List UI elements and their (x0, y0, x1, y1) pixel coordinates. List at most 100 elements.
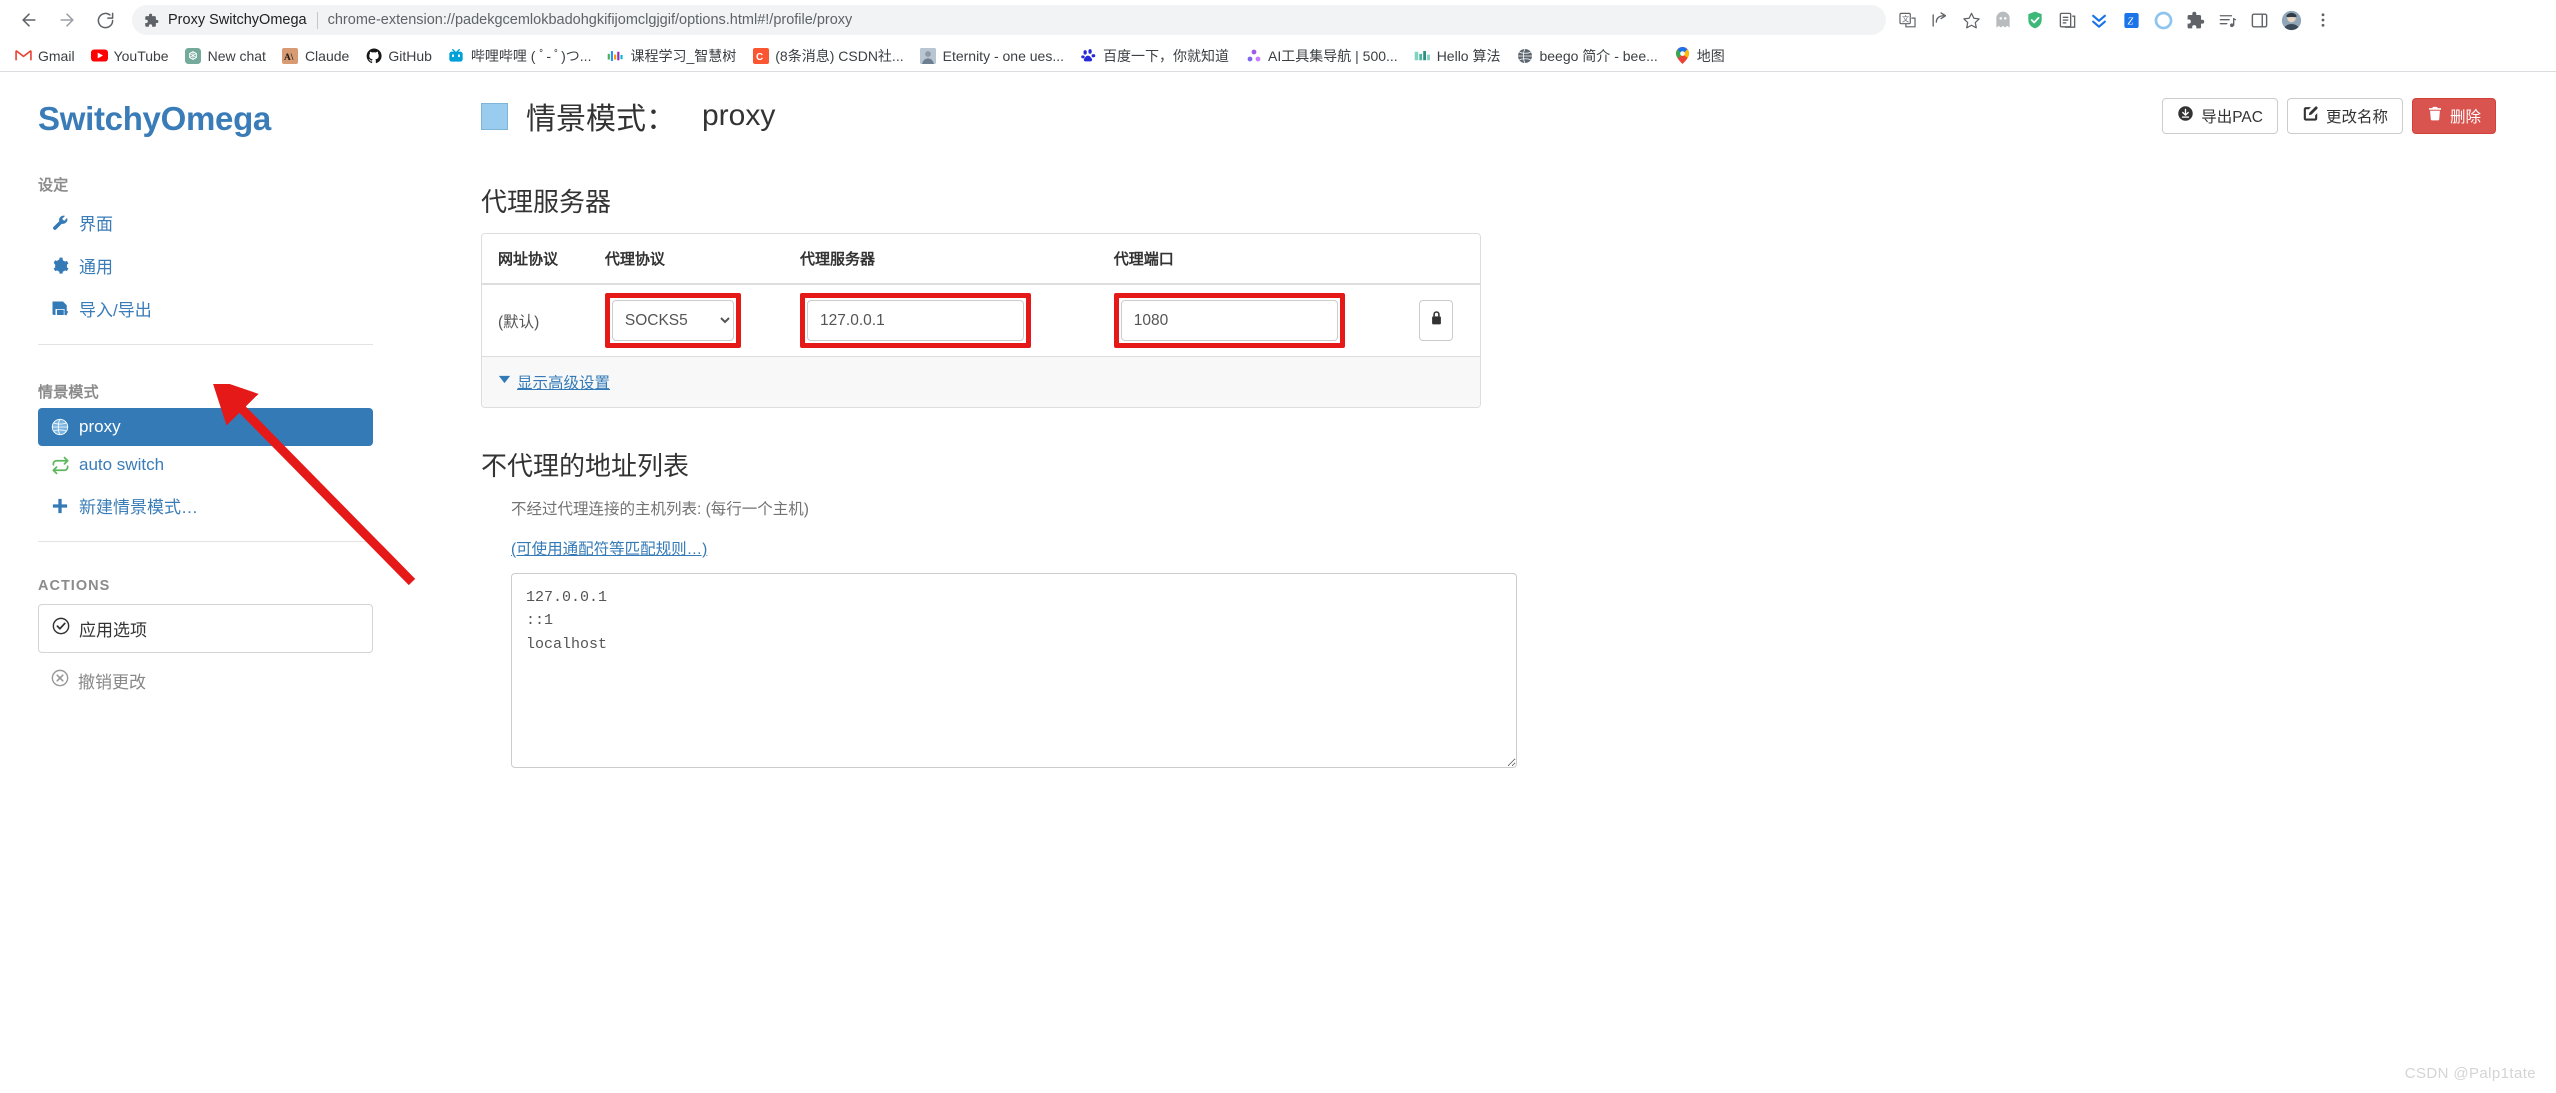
csdn-icon: C (752, 47, 769, 64)
extension-options-page: SwitchyOmega 设定 界面 通用 导入/导出 情景模式 proxy a… (0, 72, 2556, 1092)
omnibox-extension-title: Proxy SwitchyOmega (168, 12, 307, 28)
bookmark-csdn[interactable]: C (8条消息) CSDN社... (745, 43, 910, 69)
sidebar-section-profiles: 情景模式 (38, 384, 99, 401)
sidebar-item-interface[interactable]: 界面 (38, 201, 373, 244)
bookmark-label: beego 简介 - bee... (1539, 47, 1658, 64)
show-advanced-toggle[interactable]: 显示高级设置 (498, 371, 610, 393)
double-chevron-down-icon[interactable] (2084, 5, 2114, 35)
bookmark-baidu[interactable]: 百度一下，你就知道 (1073, 43, 1236, 69)
rename-button[interactable]: 更改名称 (2286, 98, 2403, 134)
rename-label: 更改名称 (2325, 109, 2388, 126)
column-header-port: 代理端口 (1097, 234, 1404, 285)
bookmark-label: AI工具集导航 | 500... (1268, 47, 1398, 64)
sidebar-item-label: auto switch (79, 455, 165, 474)
translate-icon[interactable]: 文 (1892, 5, 1922, 35)
times-circle-icon (51, 669, 69, 692)
table-row: (默认) SOCKS5 (482, 284, 1480, 357)
bookmark-github[interactable]: GitHub (358, 43, 439, 69)
share-icon[interactable] (1924, 5, 1954, 35)
bookmark-zhihuishu[interactable]: 课程学习_智慧树 (600, 43, 743, 69)
save-icon (50, 299, 70, 319)
shield-check-icon[interactable] (2020, 5, 2050, 35)
address-bar[interactable]: Proxy SwitchyOmega chrome-extension://pa… (132, 5, 1886, 35)
sidebar-item-new-profile[interactable]: 新建情景模式… (38, 484, 373, 527)
bookmark-star-icon[interactable] (1956, 5, 1986, 35)
header-actions: 导出PAC 更改名称 删除 (2162, 98, 2496, 134)
bookmark-label: (8条消息) CSDN社... (775, 47, 904, 64)
bookmark-hello-algo[interactable]: Hello 算法 (1407, 43, 1508, 69)
puzzle-extensions-icon[interactable] (2180, 5, 2210, 35)
column-header-protocol: 代理协议 (588, 234, 785, 285)
apply-options-button[interactable]: 应用选项 (38, 604, 373, 653)
profile-color-swatch[interactable] (481, 102, 508, 130)
ai-tools-icon (1245, 47, 1262, 64)
delete-button[interactable]: 删除 (2411, 98, 2496, 134)
export-pac-button[interactable]: 导出PAC (2162, 98, 2278, 134)
side-panel-icon[interactable] (2244, 5, 2274, 35)
back-button[interactable] (10, 1, 48, 39)
avatar-icon[interactable] (2276, 5, 2306, 35)
page-title: 情景模式： proxy (481, 94, 775, 138)
browser-chrome: Proxy SwitchyOmega chrome-extension://pa… (0, 0, 2556, 72)
zotero-extension-icon[interactable]: Z (2116, 5, 2146, 35)
sidebar-item-proxy[interactable]: proxy (38, 408, 373, 446)
export-pac-label: 导出PAC (2201, 109, 2263, 126)
proxy-protocol-select[interactable]: SOCKS5 (611, 300, 734, 341)
bookmark-youtube[interactable]: YouTube (84, 43, 176, 69)
sidebar-section-settings: 设定 (38, 177, 69, 194)
gmail-icon (15, 47, 32, 64)
bookmark-label: GitHub (388, 47, 432, 64)
reload-button[interactable] (86, 1, 124, 39)
gear-icon (50, 256, 70, 276)
advanced-settings-row: 显示高级设置 (482, 356, 1480, 407)
cell-port (1097, 284, 1404, 357)
bookmark-claude[interactable]: A\ Claude (275, 43, 356, 69)
bookmark-beego[interactable]: beego 简介 - bee... (1509, 43, 1664, 69)
proxy-port-input[interactable] (1120, 300, 1338, 341)
bookmark-ai-tools[interactable]: AI工具集导航 | 500... (1238, 43, 1405, 69)
bookmark-maps[interactable]: 地图 (1667, 43, 1732, 69)
proxy-server-input[interactable] (807, 300, 1025, 341)
bookmark-label: 哔哩哔哩 ( ﾟ- ﾟ)つ... (470, 47, 592, 64)
toolbar-actions: 文 Z (1892, 5, 2338, 35)
hello-algo-icon (1414, 47, 1431, 64)
server-highlight-annotation (800, 293, 1032, 348)
trash-icon (2427, 105, 2443, 127)
bookmark-bilibili[interactable]: 哔哩哔哩 ( ﾟ- ﾟ)つ... (441, 43, 599, 69)
lock-button[interactable] (1419, 300, 1454, 341)
omnibox-url: chrome-extension://padekgcemlokbadohgkif… (327, 12, 853, 28)
ghost-extension-icon[interactable] (1988, 5, 2018, 35)
cell-scheme: (默认) (482, 284, 589, 357)
bookmark-eternity[interactable]: Eternity - one ues... (913, 43, 1071, 69)
column-header-lock (1403, 234, 1480, 285)
advanced-settings-cell: 显示高级设置 (482, 356, 1480, 407)
music-list-icon[interactable] (2212, 5, 2242, 35)
lock-icon (1430, 310, 1443, 331)
bypass-list-textarea[interactable] (511, 573, 1517, 768)
discard-changes-button[interactable]: 撤销更改 (38, 659, 373, 702)
check-circle-icon (52, 617, 70, 640)
bookmark-new-chat[interactable]: New chat (178, 43, 273, 69)
circle-o-extension-icon[interactable] (2148, 5, 2178, 35)
column-header-scheme: 网址协议 (482, 234, 589, 285)
chrome-menu-icon[interactable] (2308, 5, 2338, 35)
table-header-row: 网址协议 代理协议 代理服务器 代理端口 (482, 234, 1480, 285)
bypass-list-heading: 不代理的地址列表 (481, 451, 690, 481)
sidebar-item-label: 新建情景模式… (79, 498, 198, 517)
wrench-icon (50, 213, 70, 233)
bookmark-label: 地图 (1696, 47, 1725, 64)
clipboard-extension-icon[interactable] (2052, 5, 2082, 35)
bypass-wildcard-link[interactable]: (可使用通配符等匹配规则…) (511, 537, 707, 559)
sidebar-item-import-export[interactable]: 导入/导出 (38, 287, 373, 330)
bookmark-label: Eternity - one ues... (942, 47, 1065, 64)
openai-icon (185, 47, 202, 64)
bookmark-gmail[interactable]: Gmail (8, 43, 82, 69)
cell-server (784, 284, 1098, 357)
plus-icon (50, 496, 70, 516)
forward-button[interactable] (48, 1, 86, 39)
profile-title-label: 情景模式： (526, 103, 676, 136)
sidebar-item-auto-switch[interactable]: auto switch (38, 446, 373, 484)
discard-changes-label: 撤销更改 (78, 673, 146, 692)
port-highlight-annotation (1113, 293, 1345, 348)
sidebar-item-general[interactable]: 通用 (38, 244, 373, 287)
